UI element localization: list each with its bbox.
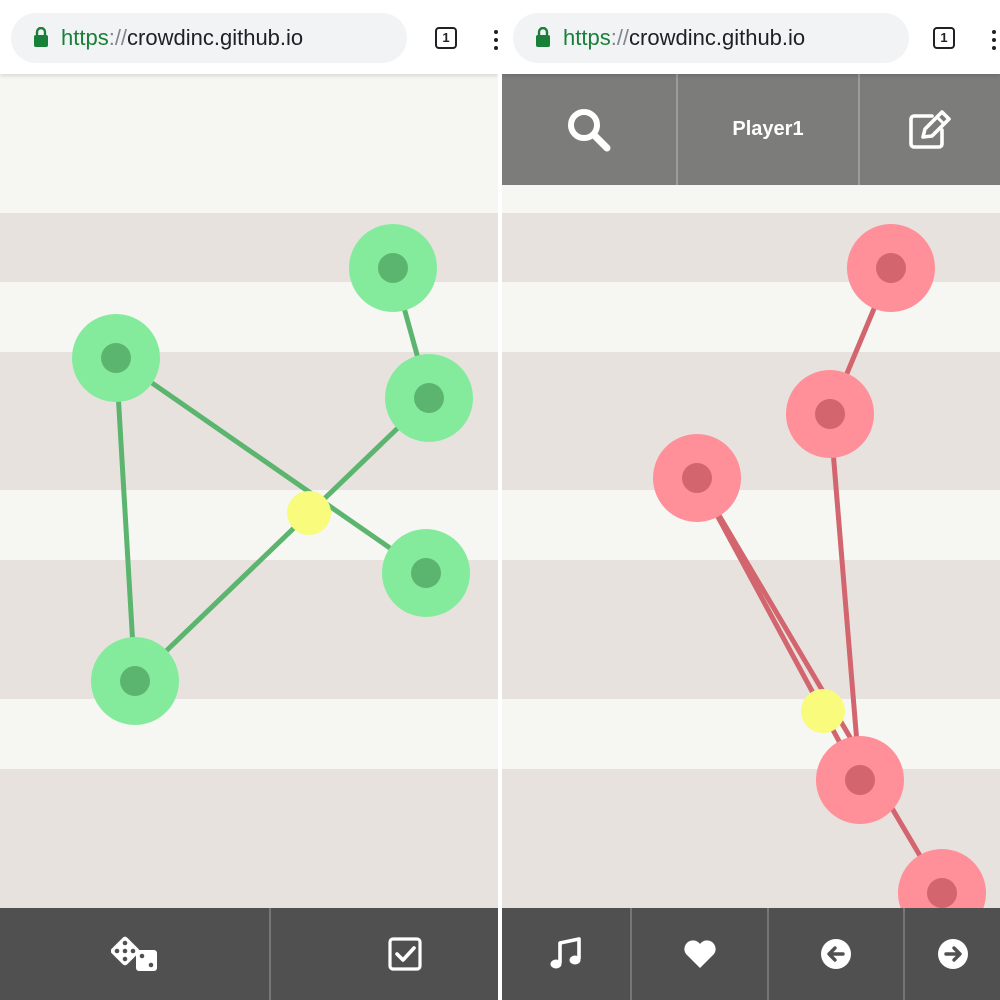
- arrow-left-circle-icon: [821, 939, 851, 969]
- favorite-button[interactable]: [632, 908, 769, 1000]
- music-button[interactable]: [502, 908, 632, 1000]
- graph-node[interactable]: [786, 370, 874, 458]
- next-level-button[interactable]: [905, 908, 1000, 1000]
- url-separator: ://: [108, 25, 128, 50]
- check-solution-button[interactable]: [271, 908, 498, 1000]
- top-menu-bar: Player1: [502, 74, 1000, 185]
- browser-url-bar: https://crowdinc.github.io 1: [502, 0, 1000, 74]
- address-field[interactable]: https://crowdinc.github.io: [513, 13, 909, 63]
- graph-node[interactable]: [349, 224, 437, 312]
- url-host: crowdinc.github.io: [127, 25, 304, 50]
- url-text: https://crowdinc.github.io: [61, 25, 303, 51]
- tab-switcher-icon[interactable]: 1: [933, 27, 955, 49]
- graph-node[interactable]: [72, 314, 160, 402]
- graph-node[interactable]: [847, 224, 935, 312]
- random-level-button[interactable]: [0, 908, 271, 1000]
- menu-dots-icon[interactable]: [992, 30, 996, 50]
- url-host: crowdinc.github.io: [629, 25, 806, 50]
- intersection-marker: [801, 689, 845, 733]
- bottom-toolbar: [502, 908, 1000, 1000]
- browser-url-bar: https://crowdinc.github.io 1: [0, 0, 498, 74]
- graph-node[interactable]: [382, 529, 470, 617]
- url-separator: ://: [610, 25, 630, 50]
- music-note-icon: [550, 937, 581, 969]
- url-scheme: https: [563, 25, 611, 50]
- intersection-marker: [287, 491, 331, 535]
- tab-switcher-icon[interactable]: 1: [435, 27, 457, 49]
- search-icon: [568, 108, 611, 151]
- lock-icon: [34, 27, 48, 47]
- arrow-right-circle-icon: [937, 939, 968, 969]
- graph-edge: [113, 355, 429, 576]
- graph-node[interactable]: [385, 354, 473, 442]
- url-scheme: https: [61, 25, 109, 50]
- heart-icon: [683, 940, 716, 968]
- graph-edge: [113, 355, 138, 684]
- graph-node[interactable]: [653, 434, 741, 522]
- graph-edge: [132, 395, 432, 684]
- player-name-button[interactable]: Player1: [678, 74, 860, 185]
- checkbox-checked-icon: [388, 937, 422, 971]
- graph-node[interactable]: [816, 736, 904, 824]
- lock-icon: [536, 27, 550, 47]
- player-name: Player1: [732, 118, 804, 140]
- edit-icon: [909, 109, 951, 149]
- search-button[interactable]: [502, 74, 678, 185]
- left-game-panel: https://crowdinc.github.io 1: [0, 0, 498, 1000]
- bottom-toolbar: [0, 908, 498, 1000]
- graph-edge: [694, 475, 945, 896]
- right-game-panel: https://crowdinc.github.io 1 Player1: [502, 0, 1000, 1000]
- menu-dots-icon[interactable]: [494, 30, 498, 50]
- edit-button[interactable]: [860, 74, 1000, 185]
- address-field[interactable]: https://crowdinc.github.io: [11, 13, 407, 63]
- graph-node[interactable]: [91, 637, 179, 725]
- graph-canvas: [72, 224, 473, 725]
- previous-level-button[interactable]: [769, 908, 905, 1000]
- url-text: https://crowdinc.github.io: [563, 25, 805, 51]
- dice-icon: [110, 936, 157, 971]
